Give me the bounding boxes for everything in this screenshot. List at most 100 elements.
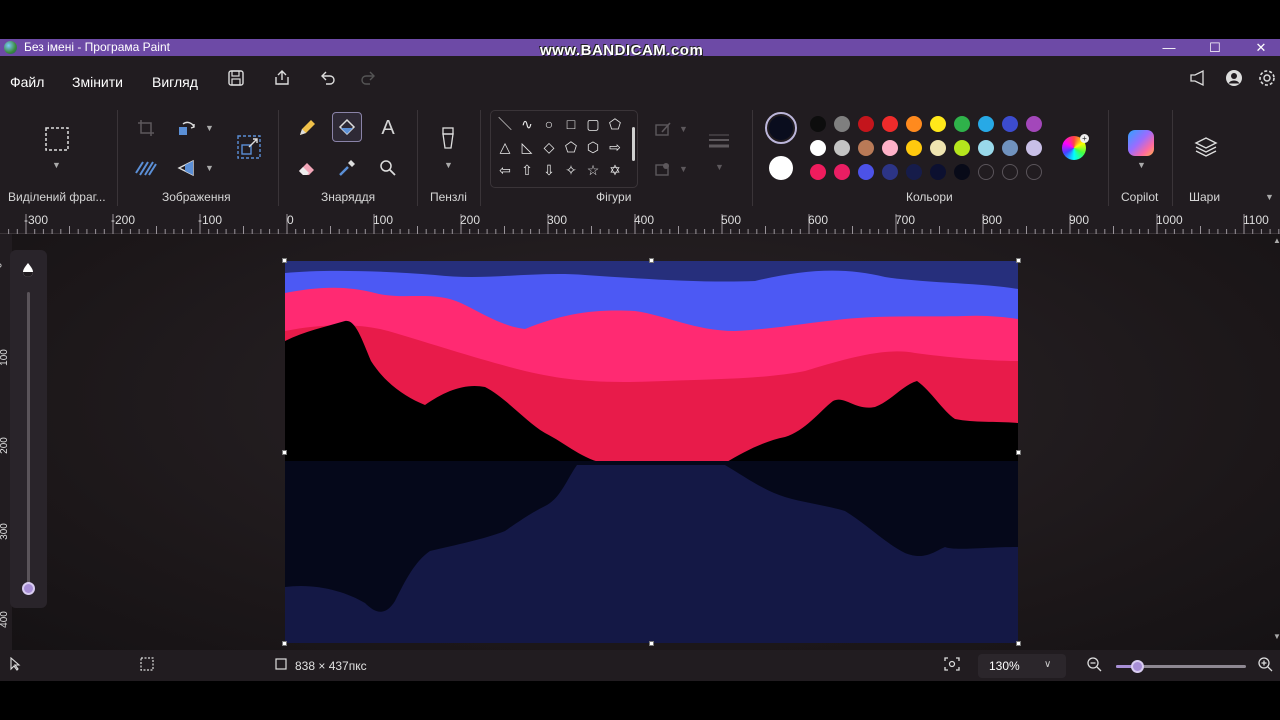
line-size-icon[interactable]	[704, 126, 734, 156]
magnifier-icon[interactable]	[373, 153, 403, 183]
line-shape-icon[interactable]: ＼	[495, 114, 515, 134]
palette-swatch[interactable]	[906, 116, 922, 132]
menu-edit[interactable]: Змінити	[72, 74, 123, 90]
text-tool-icon[interactable]: A	[373, 113, 403, 143]
feedback-icon[interactable]	[1186, 69, 1210, 93]
resize-handle[interactable]	[1016, 258, 1021, 263]
scroll-up-arrow-icon[interactable]: ▲	[1273, 236, 1280, 245]
brush-icon[interactable]	[433, 124, 463, 154]
canvas-image[interactable]	[285, 261, 1018, 643]
redo-icon[interactable]	[356, 69, 380, 93]
palette-swatch[interactable]	[906, 140, 922, 156]
zoom-in-icon[interactable]	[1258, 657, 1273, 675]
shape-fill-icon[interactable]	[648, 154, 678, 184]
palette-swatch[interactable]	[858, 116, 874, 132]
palette-swatch[interactable]	[1026, 140, 1042, 156]
resize-handle[interactable]	[282, 641, 287, 646]
resize-handle[interactable]	[1016, 450, 1021, 455]
color2-swatch[interactable]	[769, 156, 793, 180]
color1-swatch[interactable]	[769, 116, 793, 140]
palette-swatch[interactable]	[978, 140, 994, 156]
pencil-icon[interactable]	[292, 113, 322, 143]
palette-swatch[interactable]	[882, 116, 898, 132]
palette-swatch[interactable]	[954, 164, 970, 180]
chevron-down-icon[interactable]: ▼	[679, 124, 688, 134]
palette-swatch[interactable]	[810, 164, 826, 180]
opacity-slider-track[interactable]	[27, 292, 30, 586]
up-arrow-shape-icon[interactable]: ⇧	[517, 160, 537, 180]
palette-swatch[interactable]	[930, 140, 946, 156]
copilot-icon[interactable]	[1128, 130, 1154, 156]
chevron-down-icon[interactable]: ▼	[205, 163, 214, 173]
fit-to-window-icon[interactable]	[944, 657, 960, 674]
resize-handle[interactable]	[282, 258, 287, 263]
palette-empty-slot[interactable]	[1002, 164, 1018, 180]
zoom-dropdown[interactable]: 130% ∨	[978, 654, 1066, 678]
chevron-down-icon[interactable]: ▼	[52, 160, 61, 170]
curve-shape-icon[interactable]: ∿	[517, 114, 537, 134]
triangle-shape-icon[interactable]: △	[495, 137, 515, 157]
crop-icon[interactable]	[131, 113, 161, 143]
flip-icon[interactable]	[172, 153, 202, 183]
right-triangle-shape-icon[interactable]: ◺	[517, 137, 537, 157]
palette-swatch[interactable]	[1002, 116, 1018, 132]
palette-swatch[interactable]	[834, 116, 850, 132]
palette-empty-slot[interactable]	[1026, 164, 1042, 180]
palette-swatch[interactable]	[882, 164, 898, 180]
zoom-slider-thumb[interactable]	[1131, 660, 1144, 673]
fill-bucket-icon[interactable]	[332, 112, 362, 142]
chevron-down-icon[interactable]: ▼	[1137, 160, 1146, 170]
palette-swatch[interactable]	[810, 116, 826, 132]
shapes-scrollbar[interactable]	[632, 127, 635, 161]
palette-swatch[interactable]	[882, 140, 898, 156]
ribbon-expand-chevron-icon[interactable]: ▼	[1265, 192, 1274, 202]
close-button[interactable]: ✕	[1238, 39, 1280, 56]
five-point-star-shape-icon[interactable]: ☆	[583, 160, 603, 180]
palette-swatch[interactable]	[1026, 116, 1042, 132]
resize-handle[interactable]	[1016, 641, 1021, 646]
palette-swatch[interactable]	[858, 140, 874, 156]
palette-swatch[interactable]	[834, 164, 850, 180]
color-picker-icon[interactable]	[332, 153, 362, 183]
palette-empty-slot[interactable]	[978, 164, 994, 180]
oval-shape-icon[interactable]: ○	[539, 114, 559, 134]
resize-handle[interactable]	[649, 641, 654, 646]
right-arrow-shape-icon[interactable]: ⇨	[605, 137, 625, 157]
layers-icon[interactable]	[1191, 132, 1221, 162]
palette-swatch[interactable]	[930, 116, 946, 132]
menu-file[interactable]: Файл	[10, 74, 44, 90]
resize-handle[interactable]	[649, 258, 654, 263]
save-icon[interactable]	[224, 69, 248, 93]
six-point-star-shape-icon[interactable]: ✡	[605, 160, 625, 180]
eraser-icon[interactable]	[292, 153, 322, 183]
palette-swatch[interactable]	[906, 164, 922, 180]
palette-swatch[interactable]	[978, 116, 994, 132]
palette-swatch[interactable]	[810, 140, 826, 156]
palette-swatch[interactable]	[834, 140, 850, 156]
rectangle-shape-icon[interactable]: □	[561, 114, 581, 134]
menu-view[interactable]: Вигляд	[152, 74, 198, 90]
resize-image-icon[interactable]	[234, 132, 264, 162]
image-effects-icon[interactable]	[131, 153, 161, 183]
down-arrow-shape-icon[interactable]: ⇩	[539, 160, 559, 180]
maximize-button[interactable]: ☐	[1192, 39, 1238, 56]
polygon-shape-icon[interactable]: ⬠	[605, 114, 625, 134]
palette-swatch[interactable]	[858, 164, 874, 180]
settings-gear-icon[interactable]	[1255, 69, 1279, 93]
rounded-rectangle-shape-icon[interactable]: ▢	[583, 114, 603, 134]
chevron-down-icon[interactable]: ▼	[205, 123, 214, 133]
rotate-icon[interactable]	[172, 113, 202, 143]
palette-swatch[interactable]	[1002, 140, 1018, 156]
palette-swatch[interactable]	[954, 116, 970, 132]
palette-swatch[interactable]	[930, 164, 946, 180]
drawing-canvas[interactable]	[282, 258, 1021, 646]
palette-swatch[interactable]	[954, 140, 970, 156]
hexagon-shape-icon[interactable]: ⬡	[583, 137, 603, 157]
account-avatar-icon[interactable]	[1222, 69, 1246, 93]
zoom-out-icon[interactable]	[1087, 657, 1102, 675]
rectangle-select-icon[interactable]	[42, 124, 72, 154]
undo-icon[interactable]	[316, 69, 340, 93]
pentagon-shape-icon[interactable]: ⬠	[561, 137, 581, 157]
scroll-down-arrow-icon[interactable]: ▼	[1273, 632, 1280, 641]
four-point-star-shape-icon[interactable]: ✧	[561, 160, 581, 180]
